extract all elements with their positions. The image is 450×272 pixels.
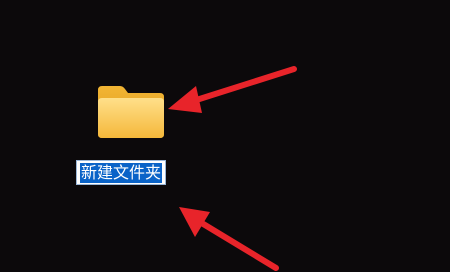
arrow-to-name-field — [179, 207, 279, 271]
folder-name-input[interactable]: 新建文件夹 — [76, 160, 167, 185]
desktop[interactable]: 新建文件夹 — [0, 0, 450, 272]
folder-name-selected-text: 新建文件夹 — [80, 162, 163, 183]
new-folder-item[interactable]: 新建文件夹 — [70, 80, 200, 190]
folder-icon[interactable] — [96, 84, 166, 140]
annotation-arrows — [168, 66, 297, 271]
